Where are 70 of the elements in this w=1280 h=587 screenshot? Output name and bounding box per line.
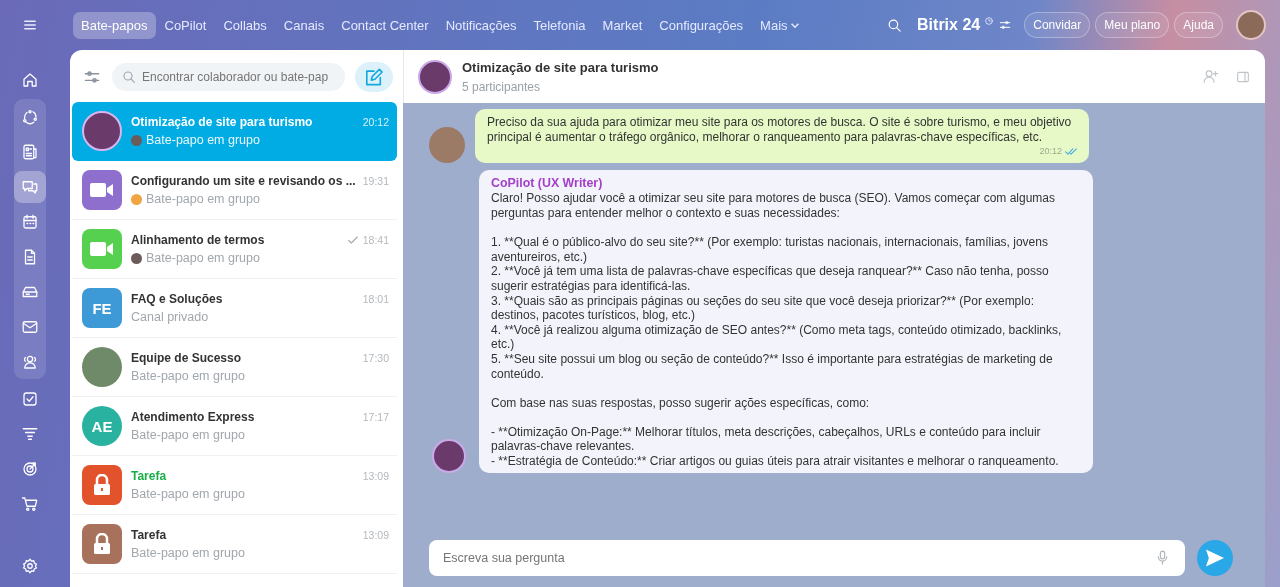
photo-placeholder [418,59,452,94]
search-icon [121,69,137,85]
chat-icon[interactable] [14,170,46,203]
chat-type: Canal privado [131,310,209,324]
header-button[interactable]: Ajuda [1174,12,1223,38]
message-input[interactable]: Escreva sua pergunta [429,540,1185,576]
settings-icon[interactable] [21,557,39,575]
search-field[interactable]: Encontrar colaborador ou bate-pap [112,63,345,91]
chat-list-item[interactable]: Alinhamento de termos 18:41 Bate-papo em grupo [72,220,397,279]
chat-time: 17:30 [362,352,389,364]
chat-title: Alinhamento de termos [131,233,266,247]
chat-list-item[interactable]: Tarefa 13:09 Bate-papo em grupo [72,456,397,515]
chat-type: Bate-papo em grupo [131,487,245,501]
chat-title: Otimização de site para turismo [462,59,660,75]
chat-title: Tarefa [131,528,168,542]
nav-tab[interactable]: Telefonia [525,11,594,39]
clock-icon [984,16,995,26]
participants-count[interactable]: 5 participantes [462,79,1186,94]
photo-placeholder [432,438,466,473]
pencil-square-icon [365,68,383,86]
message-time: 20:12 [1039,145,1062,159]
nav-tab[interactable]: CoPilot [156,11,215,39]
chat-title: Tarefa [131,469,168,483]
chat-type: Bate-papo em grupo [146,133,260,147]
chat-title: Equipe de Sucesso [131,351,243,365]
user-avatar[interactable] [1236,10,1266,40]
nav-tab[interactable]: Collabs [215,11,275,39]
chat-time: 18:41 [362,234,389,246]
nav-tab[interactable]: Canais [275,11,333,39]
chat-type: Bate-papo em grupo [146,192,260,206]
nav-tab[interactable]: Configurações [651,11,752,39]
chat-time: 18:01 [362,293,389,305]
nav-tab[interactable]: Market [594,11,651,39]
chat-time: 13:09 [362,470,389,482]
more-menu[interactable]: Mais [752,11,807,39]
chat-list-item[interactable]: Equipe de Sucesso 17:30 Bate-papo em grupo [72,338,397,397]
chat-time: 17:17 [362,411,389,423]
nav-tab[interactable]: Notificações [437,11,525,39]
chat-type: Bate-papo em grupo [131,428,245,442]
chat-title: FAQ e Soluções [131,292,224,306]
chat-title: Configurando um site e revisando os ... [131,174,357,188]
chat-list-item[interactable]: Configurando um site e revisando os ... 19:31 Bate-papo em grupo [72,161,397,220]
chat-time: 19:31 [362,175,389,187]
chat-time: 20:12 [362,116,389,128]
chat-list-item[interactable]: Tarefa 13:09 Bate-papo em grupo [72,515,397,574]
initials-avatar: FE [82,288,122,328]
logo-text: Bitrix 24 [917,16,981,34]
initials-avatar: AE [82,406,122,446]
header-button[interactable]: Convidar [1024,12,1091,38]
chat-title: Otimização de site para turismo [131,115,314,129]
header-button[interactable]: Meu plano [1095,12,1170,38]
nav-tab[interactable]: Bate-papos [73,11,156,39]
chat-list-item[interactable]: AE Atendimento Express 17:17 Bate-papo em grupo [72,397,397,456]
chat-list-item[interactable]: FE FAQ e Soluções 18:01 Canal privado [72,279,397,338]
message-text: Claro! Posso ajudar você a otimizar seu site para motores de busca (SEO). Vamos começar com algumas perguntas para entender melhor o contexto e suas necessidades: 1. **Qual é o público-alvo do seu site?** (Por exemplo: turistas nacionais, internacionais, famílias, jovens aventureiros, etc.) 2. **Você já tem uma lista de palavras-chave específicas que deseja ranquear?** Caso não tenha, posso sugerir estratégias para identificá-las. 3. **Quais são as principais páginas ou seções do seu site que você deseja priorizar?** (Por exemplo: destinos, pacotes turísticos, blog, etc.) 4. **Você já realizou alguma otimização de SEO antes?** (Como meta tags, conteúdo otimizado, backlinks, etc.) 5. **Seu site possui um blog ou seção de conteúdo?** Isso é importante para estratégias de marketing de conteúdo. Com base nas suas respostas, posso sugerir ações específicas, como: - **Otimização On-Page:** Melhorar títulos, meta descrições, cabeçalhos, URLs e conteúdo para incluir palavras-chave relevantes. - **Estratégia de Conteúdo:** Criar artigos ou guias úteis para atrair visitantes e melhorar o ranqueamento. [491,191,1063,469]
chat-type: Bate-papo em grupo [131,546,245,560]
caret-icon [790,22,799,28]
chat-time: 13:09 [362,529,389,541]
message-author: CoPilot (UX Writer) [491,175,604,191]
compose-button[interactable] [355,62,393,92]
chat-type: Bate-papo em grupo [146,251,260,265]
chat-title: Atendimento Express [131,410,256,424]
message-text: Preciso da sua ajuda para otimizar meu site para os motores de busca. O site é sobre turismo, e meu objetivo principal é aumentar o tráfego orgânico, melhorar o ranqueamento para palavras-chave específicas, etc. [487,115,1073,144]
send-button[interactable] [1197,540,1233,576]
sliders-icon[interactable] [998,18,1013,32]
chat-type: Bate-papo em grupo [131,369,245,383]
send-icon [1206,549,1224,567]
photo-placeholder [429,126,465,163]
chat-list-item[interactable]: Otimização de site para turismo 20:12 Bate-papo em grupo [72,102,397,161]
nav-tab[interactable]: Contact Center [333,11,437,39]
